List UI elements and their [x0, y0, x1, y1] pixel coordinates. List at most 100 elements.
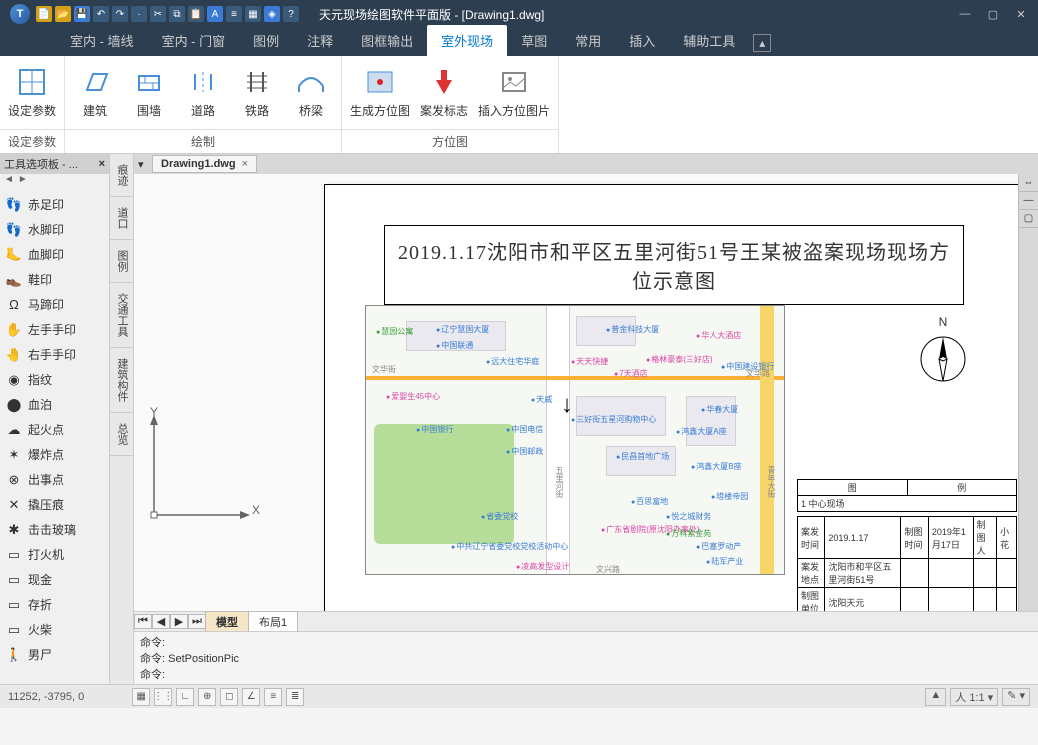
qat-open-icon[interactable]: 📂	[55, 6, 71, 22]
palette-item[interactable]: ✶爆炸点	[0, 442, 109, 467]
layout-tab-model[interactable]: 模型	[205, 611, 249, 633]
qat-paste-icon[interactable]: 📋	[188, 6, 204, 22]
ribbon-tab[interactable]: 草图	[507, 25, 561, 56]
bridge-button[interactable]: 桥梁	[289, 66, 333, 119]
layout-tab[interactable]: 布局1	[248, 611, 298, 633]
insert-image-button[interactable]: 插入方位图片	[478, 66, 550, 119]
marker-button[interactable]: 案发标志	[420, 66, 468, 119]
ribbon-tab[interactable]: 常用	[561, 25, 615, 56]
palette-item[interactable]: ⬤血泊	[0, 392, 109, 417]
snap-mode-icon[interactable]: ⋮⋮	[154, 688, 172, 706]
palette-item[interactable]: Ω马蹄印	[0, 292, 109, 317]
palette-item[interactable]: ✕撬压痕	[0, 492, 109, 517]
doc-tab-label: Drawing1.dwg	[161, 158, 236, 170]
palette-item[interactable]: 🚶男尸	[0, 642, 109, 667]
qat-help-icon[interactable]: ?	[283, 6, 299, 22]
palette-item[interactable]: 👣赤足印	[0, 192, 109, 217]
ribbon-tab[interactable]: 图例	[239, 25, 293, 56]
road-button[interactable]: 道路	[181, 66, 225, 119]
view-split-icon[interactable]: ⇔	[1019, 174, 1038, 192]
palette-item[interactable]: 👣水脚印	[0, 217, 109, 242]
layout-next-icon[interactable]: ▶	[170, 614, 188, 629]
param-button[interactable]: 设定参数	[8, 66, 56, 119]
info-cell: 案发时间	[798, 517, 825, 559]
qat-text-icon[interactable]: A	[207, 6, 223, 22]
qat-print-icon[interactable]: ◈	[264, 6, 280, 22]
ribbon-tab[interactable]: 插入	[615, 25, 669, 56]
palette-vtab[interactable]: 图例	[110, 240, 133, 283]
palette-header[interactable]: 工具选项板 - ... ×	[0, 154, 109, 174]
qat-copy-icon[interactable]: ⧉	[169, 6, 185, 22]
wall-button[interactable]: 围墙	[127, 66, 171, 119]
qat-layer-icon[interactable]: ≡	[226, 6, 242, 22]
qat-new-icon[interactable]: 📄	[36, 6, 52, 22]
qat-save-icon[interactable]: 💾	[74, 6, 90, 22]
lwt-icon[interactable]: ≣	[286, 688, 304, 706]
layout-first-icon[interactable]: ⏮	[134, 614, 152, 629]
palette-item[interactable]: ☁起火点	[0, 417, 109, 442]
status-scale-icon[interactable]: 人 1:1 ▾	[950, 688, 998, 706]
minimize-button[interactable]: —	[952, 5, 978, 23]
palette-vtab[interactable]: 交通工具	[110, 283, 133, 348]
qat-cut-icon[interactable]: ✂	[150, 6, 166, 22]
palette-vtab[interactable]: 痕迹	[110, 154, 133, 197]
palette-item-label: 打火机	[28, 546, 64, 563]
building-button[interactable]: 建筑	[73, 66, 117, 119]
map-poi: 中国联通	[436, 340, 473, 351]
palette-item[interactable]: ⊗出事点	[0, 467, 109, 492]
command-input[interactable]	[165, 668, 1032, 680]
close-button[interactable]: ✕	[1008, 5, 1034, 23]
ribbon-tab[interactable]: 注释	[293, 25, 347, 56]
snap-grid-icon[interactable]: ▦	[132, 688, 150, 706]
view-min-icon[interactable]: —	[1019, 192, 1038, 210]
map-road-label: 文华路	[746, 368, 770, 379]
palette-item[interactable]: ▭存折	[0, 592, 109, 617]
view-max-icon[interactable]: ▢	[1019, 210, 1038, 228]
ortho-icon[interactable]: ∟	[176, 688, 194, 706]
qat-redo-icon[interactable]: ↷	[112, 6, 128, 22]
status-annoscale-icon[interactable]: ✎ ▾	[1002, 688, 1030, 706]
maximize-button[interactable]: ▢	[980, 5, 1006, 23]
qat-block-icon[interactable]: ▦	[245, 6, 261, 22]
qat-undo-icon[interactable]: ↶	[93, 6, 109, 22]
palette-vtab[interactable]: 总览	[110, 413, 133, 456]
palette-item[interactable]: ✱击击玻璃	[0, 517, 109, 542]
polar-icon[interactable]: ⊕	[198, 688, 216, 706]
info-table: 案发时间2019.1.17制图时间2019年1月17日制图人小花案发地点沈阳市和…	[797, 516, 1017, 611]
palette-close-icon[interactable]: ×	[99, 158, 105, 170]
drawing-canvas[interactable]: 2019.1.17沈阳市和平区五里河街51号王某被盗案现场现场方位示意图 ↓ 辽…	[134, 174, 1038, 611]
dyn-icon[interactable]: ≡	[264, 688, 282, 706]
osnap-icon[interactable]: ◻	[220, 688, 238, 706]
document-tab[interactable]: Drawing1.dwg ×	[152, 155, 257, 173]
genmap-button[interactable]: 生成方位图	[350, 66, 410, 119]
palette-item[interactable]: 👞鞋印	[0, 267, 109, 292]
palette-vtab[interactable]: 建筑构件	[110, 348, 133, 413]
otrack-icon[interactable]: ∠	[242, 688, 260, 706]
doctab-menu-icon[interactable]: ▾	[138, 158, 152, 171]
palette-item[interactable]: 🦶血脚印	[0, 242, 109, 267]
palette-item[interactable]: ▭现金	[0, 567, 109, 592]
palette-item[interactable]: 🤚右手手印	[0, 342, 109, 367]
layout-prev-icon[interactable]: ◀	[152, 614, 170, 629]
ribbon-tab[interactable]: 室内 - 墙线	[56, 25, 148, 56]
palette-item[interactable]: ◉指纹	[0, 367, 109, 392]
layout-last-icon[interactable]: ⏭	[188, 614, 206, 629]
info-cell	[901, 559, 928, 588]
nav-right-icon[interactable]: ►	[18, 174, 28, 192]
button-label: 桥梁	[299, 102, 323, 119]
map-road-label: 青年大街	[766, 466, 777, 498]
arrow-down-icon	[428, 66, 460, 98]
ribbon-tab[interactable]: 辅助工具	[669, 25, 749, 56]
palette-item[interactable]: ✋左手手印	[0, 317, 109, 342]
nav-left-icon[interactable]: ◄	[4, 174, 14, 192]
ribbon-tab[interactable]: 室内 - 门窗	[148, 25, 240, 56]
palette-vtab[interactable]: 道口	[110, 197, 133, 240]
status-model-icon[interactable]: ▲	[925, 688, 946, 706]
ribbon-collapse-icon[interactable]: ▴	[753, 34, 771, 52]
palette-item[interactable]: ▭打火机	[0, 542, 109, 567]
palette-item[interactable]: ▭火柴	[0, 617, 109, 642]
rail-button[interactable]: 铁路	[235, 66, 279, 119]
doc-tab-close-icon[interactable]: ×	[242, 158, 248, 170]
ribbon-tab[interactable]: 图框输出	[347, 25, 427, 56]
ribbon-tab-active[interactable]: 室外现场	[427, 25, 507, 56]
